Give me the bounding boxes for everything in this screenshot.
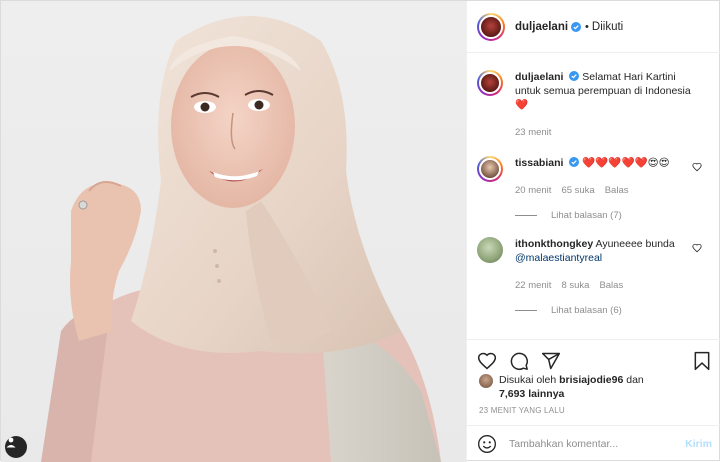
author-avatar[interactable] xyxy=(477,12,505,41)
likes-mid: dan xyxy=(626,374,644,386)
caption-avatar[interactable] xyxy=(477,70,503,96)
comment-meta: 22 menit 8 suka Balas xyxy=(515,279,694,293)
comment-username[interactable]: ithonkthongkey xyxy=(515,238,593,250)
comment-item: tissabiani ❤️❤️❤️❤️❤️😍😍 20 menit 65 suka… xyxy=(477,156,712,198)
photo-illustration xyxy=(41,16,441,462)
person-glyph xyxy=(6,437,16,448)
caption-username[interactable]: duljaelani xyxy=(515,71,563,83)
comment-icon[interactable] xyxy=(509,351,529,371)
comment-time[interactable]: 22 menit xyxy=(515,279,551,293)
comment-text: Ayuneeee bunda xyxy=(595,238,675,250)
post-timestamp[interactable]: 23 MENIT YANG LALU xyxy=(479,406,565,415)
post-header: duljaelani • Diikuti xyxy=(467,1,720,53)
comment-like-icon[interactable] xyxy=(692,243,702,253)
comment-likes[interactable]: 65 suka xyxy=(561,184,594,198)
likes-count[interactable]: 7,693 lainnya xyxy=(499,388,564,400)
caption-time[interactable]: 23 menit xyxy=(515,126,551,140)
comment-body: ithonkthongkey Ayuneeee bunda @malaestia… xyxy=(515,237,712,293)
comment-like-icon[interactable] xyxy=(692,162,702,172)
share-icon[interactable] xyxy=(541,351,561,371)
comment-text: ❤️❤️❤️❤️❤️😍😍 xyxy=(582,157,670,169)
likes-summary: Disukai oleh brisiajodie96 dan 7,693 lai… xyxy=(479,373,714,401)
header-separator: • xyxy=(585,20,589,33)
comment-body: tissabiani ❤️❤️❤️❤️❤️😍😍 20 menit 65 suka… xyxy=(515,156,712,198)
action-bar xyxy=(467,339,720,373)
comment-avatar[interactable] xyxy=(477,237,503,263)
post-photo[interactable] xyxy=(1,1,466,462)
view-replies-button[interactable]: Lihat balasan (7) xyxy=(515,210,712,221)
view-replies-button[interactable]: Lihat balasan (6) xyxy=(515,305,712,316)
verified-badge-icon xyxy=(569,71,580,81)
comments-section: duljaelani Selamat Hari Kartini untuk se… xyxy=(467,54,720,336)
replies-divider xyxy=(515,310,537,311)
comment-username[interactable]: tissabiani xyxy=(515,157,563,169)
author-username[interactable]: duljaelani xyxy=(515,21,568,33)
post-comment-button[interactable]: Kirim xyxy=(685,438,712,450)
caption: duljaelani Selamat Hari Kartini untuk se… xyxy=(477,70,712,140)
comment-input[interactable] xyxy=(509,438,686,450)
view-replies-label[interactable]: Lihat balasan (7) xyxy=(551,210,622,221)
comment-mention[interactable]: @malaestiantyreal xyxy=(515,252,602,264)
post-side-panel: duljaelani • Diikuti duljaelani Selamat … xyxy=(466,1,720,462)
comment-likes[interactable]: 8 suka xyxy=(561,279,589,293)
smiley-icon[interactable] xyxy=(477,434,497,454)
reply-button[interactable]: Balas xyxy=(605,184,629,198)
comment-avatar[interactable] xyxy=(477,156,503,182)
comment-time[interactable]: 20 menit xyxy=(515,184,551,198)
add-comment-bar: Kirim xyxy=(467,425,720,462)
bookmark-icon[interactable] xyxy=(692,351,712,371)
caption-meta: 23 menit xyxy=(515,126,694,140)
caption-emoji: ❤️ xyxy=(515,99,529,111)
liker-username[interactable]: brisiajodie96 xyxy=(559,374,623,386)
comment-meta: 20 menit 65 suka Balas xyxy=(515,184,694,198)
caption-body: duljaelani Selamat Hari Kartini untuk se… xyxy=(515,70,712,140)
reply-button[interactable]: Balas xyxy=(599,279,623,293)
follow-status-button[interactable]: Diikuti xyxy=(592,21,623,33)
heart-icon[interactable] xyxy=(477,351,497,371)
liker-avatar[interactable] xyxy=(479,374,493,388)
verified-badge-icon xyxy=(571,21,582,32)
likes-text: Disukai oleh brisiajodie96 dan 7,693 lai… xyxy=(499,373,644,401)
likes-prefix: Disukai oleh xyxy=(499,374,557,386)
user-tag-icon[interactable] xyxy=(5,436,27,458)
verified-badge-icon xyxy=(569,157,580,167)
replies-divider xyxy=(515,215,537,216)
view-replies-label[interactable]: Lihat balasan (6) xyxy=(551,305,622,316)
instagram-post: duljaelani • Diikuti duljaelani Selamat … xyxy=(0,0,720,462)
comment-item: ithonkthongkey Ayuneeee bunda @malaestia… xyxy=(477,237,712,293)
